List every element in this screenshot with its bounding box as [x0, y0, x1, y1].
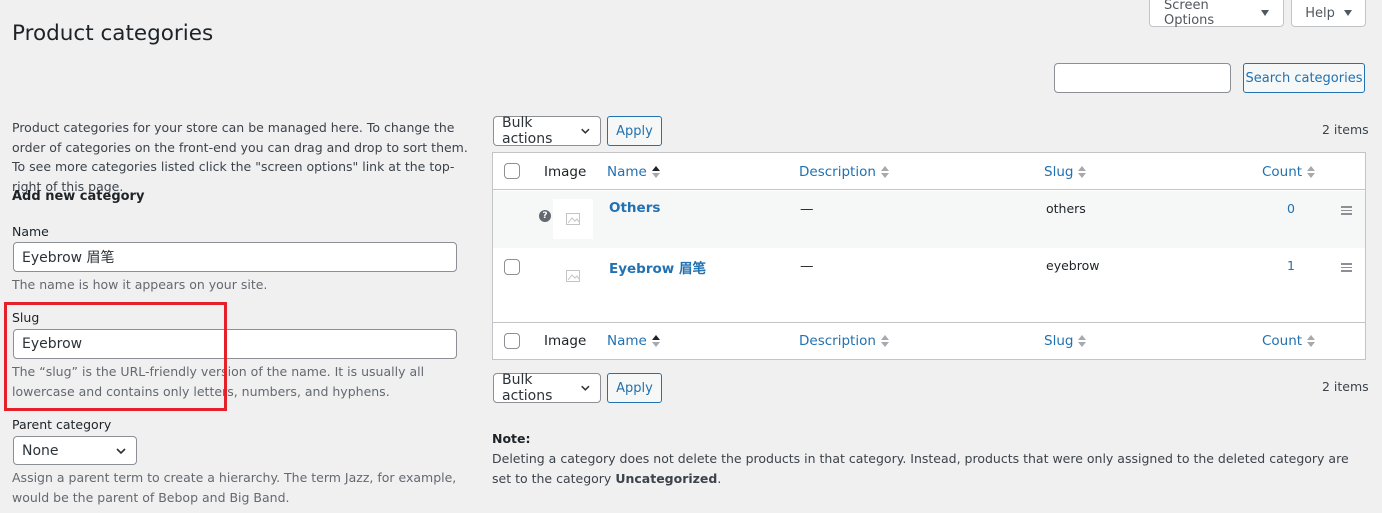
sort-icon — [1307, 335, 1316, 347]
uncategorized-label: Uncategorized — [615, 470, 718, 486]
sort-icon — [1078, 335, 1087, 347]
sort-icon — [880, 165, 889, 178]
bulk-actions-select-bottom[interactable]: Bulk actions — [493, 372, 601, 404]
column-count[interactable]: Count — [1262, 153, 1316, 190]
category-name-link[interactable]: Eyebrow 眉笔 — [609, 257, 706, 277]
items-count-top: 2 items — [1322, 122, 1369, 137]
search-input[interactable] — [1054, 63, 1231, 93]
column-description[interactable]: Description — [799, 153, 889, 190]
screen-options-button[interactable]: Screen Options — [1149, 0, 1284, 28]
table-header: Image Name Description Slug Count — [493, 153, 1365, 190]
select-all-checkbox[interactable] — [504, 163, 520, 179]
name-field[interactable] — [13, 242, 457, 272]
parent-category-label: Parent category — [12, 417, 112, 432]
caret-down-icon — [1343, 10, 1352, 16]
parent-category-value: None — [22, 442, 59, 459]
table-footer: Image Name Description Slug Count — [493, 322, 1365, 359]
add-new-category-heading: Add new category — [12, 189, 145, 204]
chevron-down-icon — [581, 385, 590, 391]
slug-highlight-box — [4, 302, 227, 411]
help-question-icon[interactable]: ? — [539, 210, 551, 222]
category-name-link[interactable]: Others — [609, 200, 660, 216]
search-categories-button[interactable]: Search categories — [1243, 63, 1365, 93]
row-checkbox[interactable] — [504, 259, 520, 275]
help-label: Help — [1305, 5, 1335, 21]
drag-handle-icon[interactable] — [1341, 263, 1352, 272]
note-text: Deleting a category does not delete the … — [492, 451, 1349, 486]
image-placeholder-icon — [566, 213, 580, 225]
placeholder-image — [553, 256, 593, 296]
image-placeholder-icon — [566, 270, 580, 282]
category-count-link[interactable]: 0 — [1287, 201, 1295, 216]
column-name[interactable]: Name — [607, 153, 660, 190]
help-button[interactable]: Help — [1291, 0, 1366, 27]
screen-options-label: Screen Options — [1164, 0, 1215, 28]
chevron-down-icon — [581, 128, 590, 134]
sort-icon — [1078, 165, 1087, 178]
column-name-footer[interactable]: Name — [607, 323, 660, 359]
column-count-footer[interactable]: Count — [1262, 323, 1316, 359]
caret-down-icon — [1261, 10, 1269, 16]
sort-icon — [651, 335, 660, 347]
column-slug-footer[interactable]: Slug — [1044, 323, 1087, 359]
category-slug: others — [1046, 201, 1086, 216]
category-description: — — [800, 201, 814, 217]
bulk-actions-label: Bulk actions — [502, 115, 553, 147]
column-image-footer: Image — [544, 333, 587, 349]
sort-icon — [880, 335, 889, 347]
category-count-link[interactable]: 1 — [1287, 258, 1295, 273]
select-all-checkbox-footer[interactable] — [504, 333, 520, 349]
placeholder-image — [553, 199, 593, 239]
apply-button-top[interactable]: Apply — [607, 116, 662, 146]
categories-table: Image Name Description Slug Count ? Othe… — [492, 152, 1366, 360]
category-description: — — [800, 258, 814, 274]
chevron-down-icon — [116, 447, 126, 454]
bulk-actions-label: Bulk actions — [502, 372, 553, 404]
category-slug: eyebrow — [1046, 258, 1100, 273]
table-row: ? Others — others 0 — [493, 191, 1365, 248]
sort-icon — [651, 165, 660, 178]
drag-handle-icon[interactable] — [1341, 206, 1352, 215]
parent-category-select[interactable]: None — [13, 436, 137, 465]
apply-button-bottom[interactable]: Apply — [607, 373, 662, 403]
name-label: Name — [12, 224, 49, 239]
parent-category-description: Assign a parent term to create a hierarc… — [12, 470, 457, 505]
sort-icon — [1307, 165, 1316, 178]
name-description: The name is how it appears on your site. — [12, 277, 268, 292]
column-description-footer[interactable]: Description — [799, 323, 889, 359]
page-title: Product categories — [12, 21, 214, 46]
column-slug[interactable]: Slug — [1044, 153, 1087, 190]
note-heading: Note: — [492, 431, 531, 446]
intro-text: Product categories for your store can be… — [12, 120, 468, 194]
items-count-bottom: 2 items — [1322, 379, 1369, 394]
bulk-actions-select-top[interactable]: Bulk actions — [493, 115, 601, 147]
table-row: Eyebrow 眉笔 — eyebrow 1 — [493, 248, 1365, 322]
column-image: Image — [544, 163, 587, 180]
